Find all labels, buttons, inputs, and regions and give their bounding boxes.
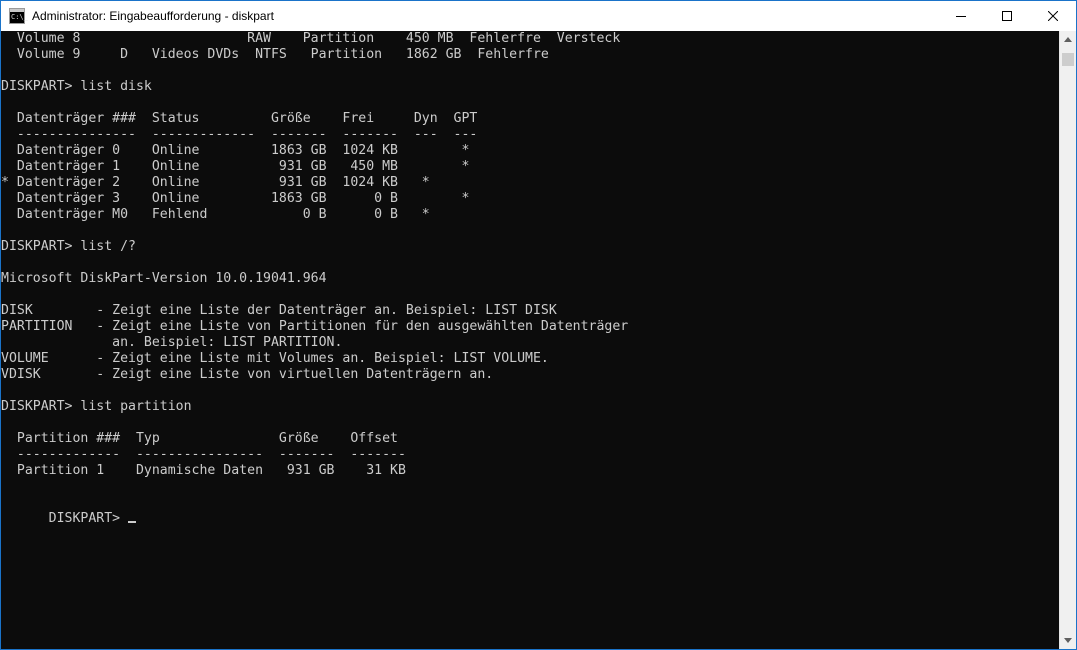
- console-line: Microsoft DiskPart-Version 10.0.19041.96…: [1, 271, 327, 286]
- console-text: Volume 8 RAW Partition 450 MB Fehlerfre …: [1, 31, 1060, 495]
- maximize-button[interactable]: [984, 1, 1030, 31]
- scroll-up-button[interactable]: [1060, 31, 1076, 48]
- text-cursor: [128, 521, 137, 523]
- close-icon: [1048, 11, 1058, 21]
- console-line: Datenträger 1 Online 931 GB 450 MB *: [1, 159, 470, 174]
- console-line: an. Beispiel: LIST PARTITION.: [1, 335, 343, 350]
- minimize-icon: [956, 16, 966, 17]
- console-line: Datenträger 0 Online 1863 GB 1024 KB *: [1, 143, 470, 158]
- console-line: Datenträger 3 Online 1863 GB 0 B *: [1, 191, 470, 206]
- prompt-line[interactable]: DISKPART>: [1, 495, 1060, 543]
- app-icon-label: C:\_: [11, 13, 28, 21]
- console-window: C:\_ Administrator: Eingabeaufforderung …: [0, 0, 1077, 650]
- console-line: DISKPART> list /?: [1, 239, 136, 254]
- console-line: ------------- ---------------- ------- -…: [1, 447, 406, 462]
- console-line: DISKPART> list disk: [1, 79, 152, 94]
- console-line: * Datenträger 2 Online 931 GB 1024 KB *: [1, 175, 430, 190]
- console-line: VDISK - Zeigt eine Liste von virtuellen …: [1, 367, 494, 382]
- window-title: Administrator: Eingabeaufforderung - dis…: [32, 9, 274, 23]
- console-line: VOLUME - Zeigt eine Liste mit Volumes an…: [1, 351, 549, 366]
- console-line: Volume 9 D Videos DVDs NTFS Partition 18…: [1, 47, 549, 62]
- console-app-icon[interactable]: C:\_: [9, 8, 28, 24]
- console-output-area[interactable]: Volume 8 RAW Partition 450 MB Fehlerfre …: [1, 31, 1060, 649]
- scroll-up-arrow-icon: [1064, 37, 1072, 42]
- maximize-icon: [1002, 11, 1012, 21]
- title-bar[interactable]: C:\_ Administrator: Eingabeaufforderung …: [1, 1, 1076, 31]
- console-line: DISK - Zeigt eine Liste der Datenträger …: [1, 303, 557, 318]
- console-line: --------------- ------------- ------- --…: [1, 127, 478, 142]
- vertical-scrollbar[interactable]: [1059, 31, 1076, 649]
- window-controls: [938, 1, 1076, 31]
- close-button[interactable]: [1030, 1, 1076, 31]
- console-line: Datenträger ### Status Größe Frei Dyn GP…: [1, 111, 478, 126]
- console-line: Volume 8 RAW Partition 450 MB Fehlerfre …: [1, 31, 621, 46]
- console-line: Partition ### Typ Größe Offset: [1, 431, 398, 446]
- scroll-down-arrow-icon: [1064, 638, 1072, 643]
- console-line: DISKPART> list partition: [1, 399, 192, 414]
- console-line: Partition 1 Dynamische Daten 931 GB 31 K…: [1, 463, 406, 478]
- console-line: Datenträger M0 Fehlend 0 B 0 B *: [1, 207, 430, 222]
- scrollbar-thumb[interactable]: [1062, 53, 1074, 66]
- scroll-down-button[interactable]: [1060, 632, 1076, 649]
- minimize-button[interactable]: [938, 1, 984, 31]
- prompt-text: DISKPART>: [48, 511, 129, 526]
- console-line: PARTITION - Zeigt eine Liste von Partiti…: [1, 319, 629, 334]
